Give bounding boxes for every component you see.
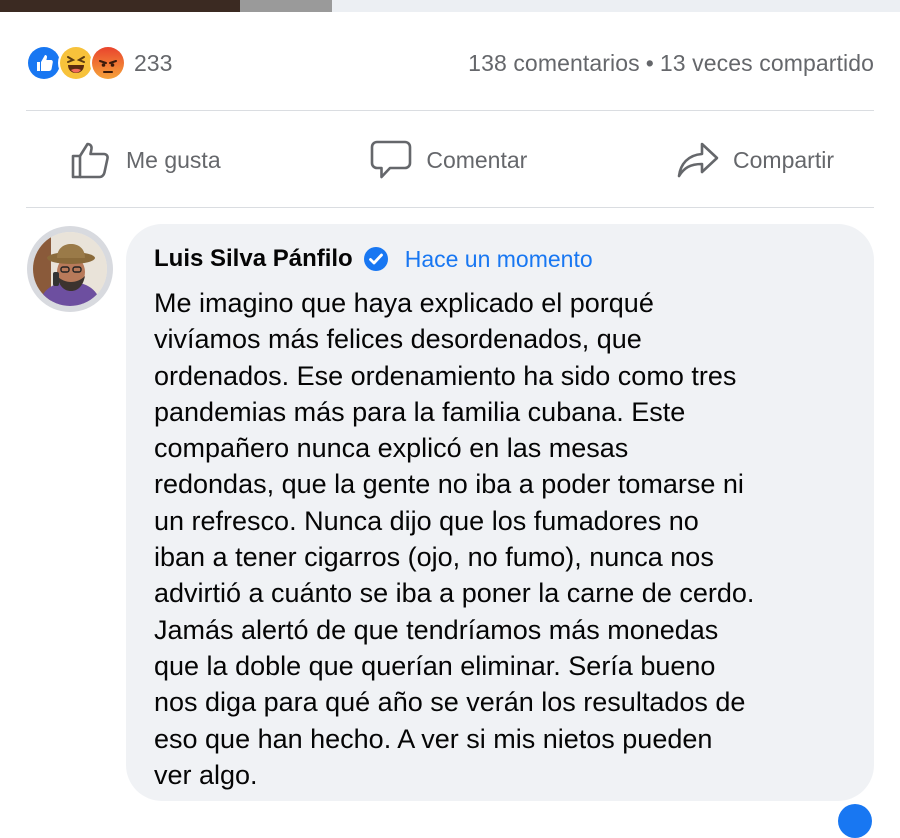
- comment-author-name[interactable]: Luis Silva Pánfilo: [154, 245, 353, 273]
- avatar-photo: [33, 232, 107, 306]
- post-stats: 138 comentarios • 13 veces compartido: [468, 50, 874, 77]
- reactions-summary[interactable]: 233: [26, 45, 172, 81]
- thumbs-up-icon: [71, 142, 109, 179]
- divider-bottom: [26, 207, 874, 208]
- divider-top: [26, 110, 874, 111]
- post-image-background: [332, 0, 900, 12]
- commenter-avatar[interactable]: [27, 226, 113, 312]
- comment-bubble: Luis Silva Pánfilo Hace un momento Me im…: [126, 224, 874, 801]
- post-action-bar: Me gusta Comentar Compartir: [26, 118, 874, 202]
- comment-body: Me imagino que haya explicado el porqué …: [154, 288, 755, 790]
- next-comment-avatar-edge: [838, 804, 872, 838]
- post-image-edge[interactable]: [0, 0, 240, 12]
- like-button-label: Me gusta: [126, 146, 221, 173]
- like-button[interactable]: Me gusta: [68, 137, 221, 183]
- post-media-bottom-edge: [0, 0, 900, 12]
- verified-badge-icon: [363, 247, 388, 271]
- post-image-edge-gray: [240, 0, 332, 12]
- share-button-label: Compartir: [733, 146, 834, 173]
- comment-timestamp[interactable]: Hace un momento: [405, 246, 593, 273]
- share-button[interactable]: Compartir: [675, 137, 834, 183]
- reactions-summary-row: 233 138 comentarios • 13 veces compartido: [26, 42, 874, 84]
- angry-reaction-icon: [90, 45, 126, 81]
- share-arrow-icon: [677, 142, 719, 178]
- reactions-count[interactable]: 233: [134, 50, 172, 77]
- comment-button[interactable]: Comentar: [368, 137, 527, 183]
- shares-count-link[interactable]: 13 veces compartido: [660, 50, 874, 76]
- stats-separator: •: [645, 49, 654, 76]
- comment-bubble-icon: [371, 140, 412, 179]
- like-reaction-icon: [26, 45, 62, 81]
- comments-count-link[interactable]: 138 comentarios: [468, 50, 640, 76]
- haha-reaction-icon: [58, 45, 94, 81]
- comment-header: Luis Silva Pánfilo Hace un momento: [154, 241, 846, 277]
- comment-button-label: Comentar: [426, 146, 528, 173]
